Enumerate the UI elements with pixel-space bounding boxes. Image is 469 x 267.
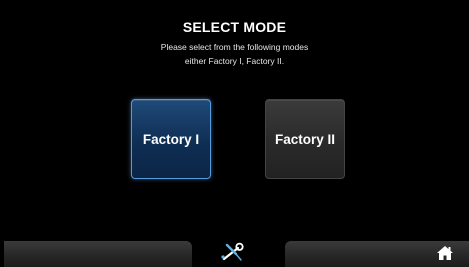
footer-bar-left (4, 241, 192, 267)
factory-ii-button[interactable]: Factory II (265, 99, 345, 179)
factory-ii-label: Factory II (274, 131, 336, 147)
page-title: SELECT MODE (182, 19, 287, 35)
instruction-line-1: Please select from the following modes (160, 42, 309, 52)
factory-i-label: Factory I (142, 131, 200, 147)
factory-i-button[interactable]: Factory I (131, 99, 211, 179)
home-icon[interactable] (436, 245, 454, 261)
tools-icon[interactable] (219, 240, 247, 264)
instruction-line-2: either Factory I, Factory II. (184, 56, 285, 66)
select-mode-screen: SELECT MODE Please select from the follo… (0, 0, 469, 267)
